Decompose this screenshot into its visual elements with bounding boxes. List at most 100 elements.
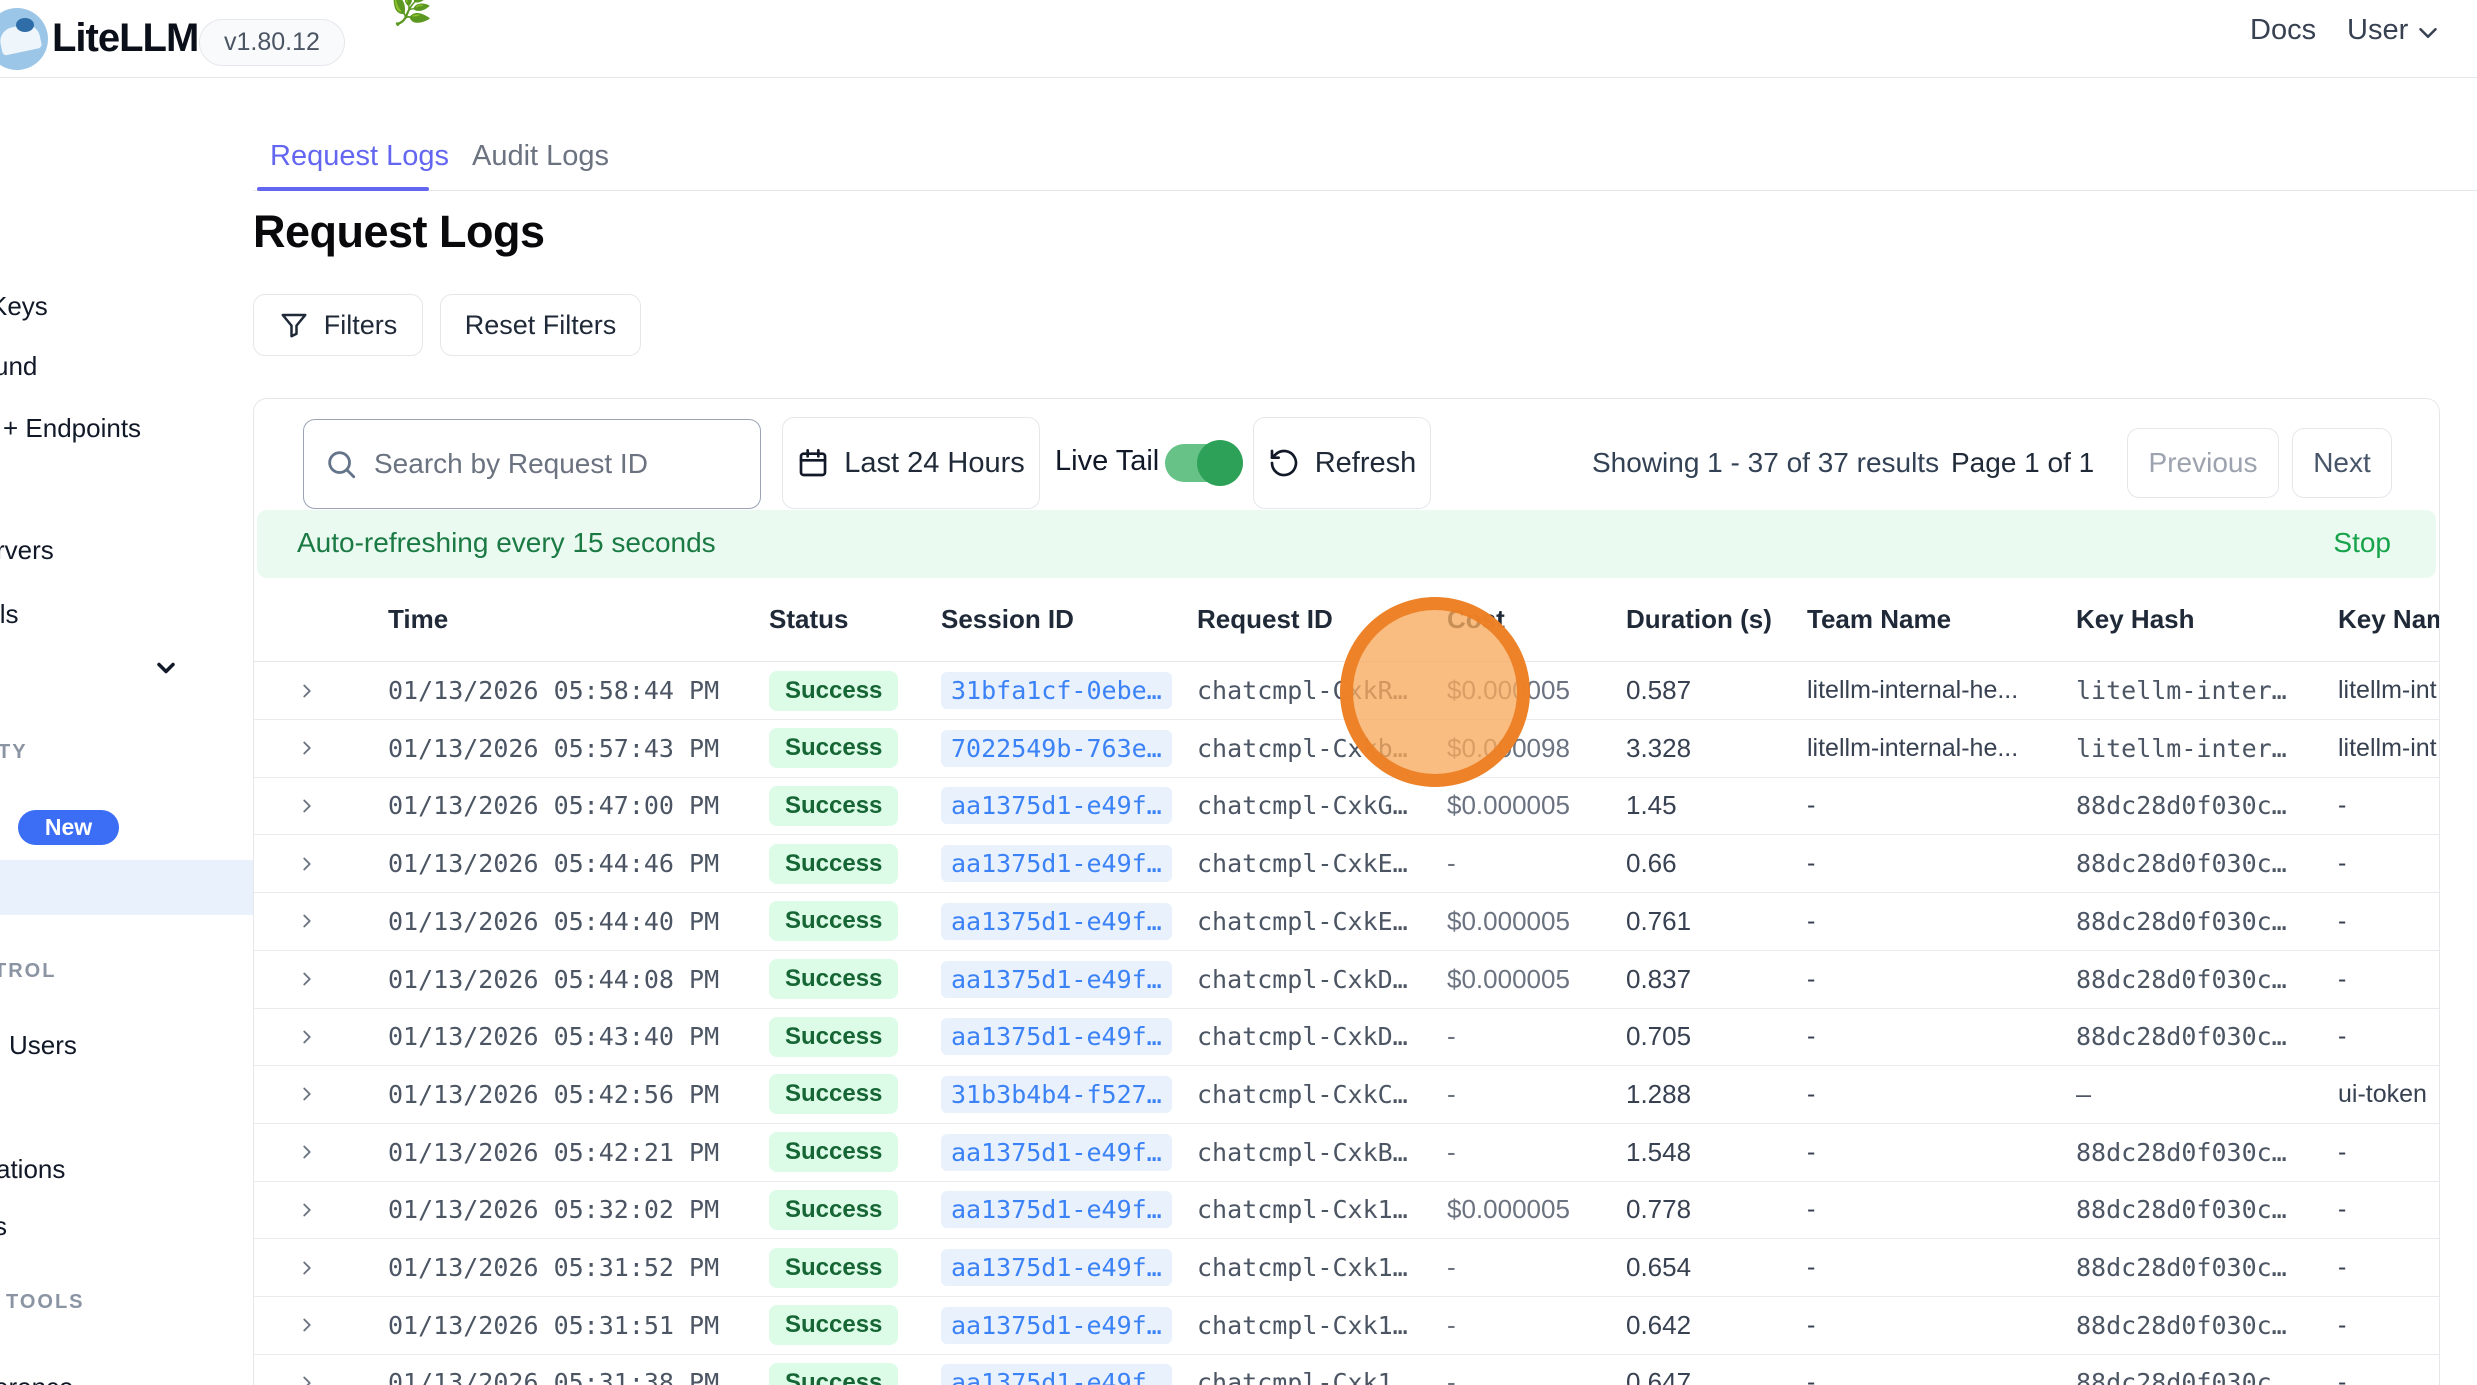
- cell-status: Success: [769, 1181, 898, 1238]
- cell-duration: 1.288: [1626, 1066, 1691, 1123]
- cell-cost: $0.000005: [1447, 777, 1570, 834]
- docs-link[interactable]: Docs: [2250, 14, 2316, 47]
- reset-filters-label: Reset Filters: [465, 310, 617, 341]
- cell-session-id: aa1375d1-e49f…: [941, 1297, 1172, 1354]
- cell-status: Success: [769, 1239, 898, 1296]
- session-id-link[interactable]: aa1375d1-e49f…: [941, 1191, 1172, 1228]
- row-expander[interactable]: [296, 951, 332, 1008]
- cell-team-name: -: [1807, 1239, 1815, 1296]
- cell-team-name: -: [1807, 893, 1815, 950]
- row-expander[interactable]: [296, 1297, 332, 1354]
- sidebar-item-servers[interactable]: rvers: [0, 531, 54, 569]
- session-id-link[interactable]: aa1375d1-e49f…: [941, 1364, 1172, 1385]
- table-row: 01/13/2026 05:44:46 PM Success aa1375d1-…: [254, 835, 2440, 893]
- cell-key-hash: 88dc28d0f030c…: [2076, 1124, 2287, 1181]
- cell-duration: 0.647: [1626, 1354, 1691, 1385]
- session-id-link[interactable]: aa1375d1-e49f…: [941, 787, 1172, 824]
- session-id-link[interactable]: 31bfa1cf-0ebe…: [941, 672, 1172, 709]
- row-expander[interactable]: [296, 1066, 332, 1123]
- row-expander[interactable]: [296, 777, 332, 834]
- row-expander[interactable]: [296, 1239, 332, 1296]
- reset-filters-button[interactable]: Reset Filters: [440, 294, 641, 356]
- sidebar-item-logs-selected[interactable]: [0, 860, 283, 915]
- litellm-logo-icon: [0, 8, 48, 70]
- cell-cost: -: [1447, 1239, 1456, 1296]
- tab-request-logs[interactable]: Request Logs: [270, 140, 449, 173]
- cell-team-name: -: [1807, 777, 1815, 834]
- cell-key-hash: 88dc28d0f030c…: [2076, 1354, 2287, 1385]
- cell-request-id: chatcmpl-CxkC…: [1197, 1066, 1408, 1123]
- row-expander[interactable]: [296, 662, 332, 719]
- cell-key-hash: –: [2076, 1066, 2091, 1123]
- tab-audit-logs[interactable]: Audit Logs: [472, 140, 609, 173]
- cell-cost: $0.000005: [1447, 893, 1570, 950]
- sidebar-section-tools: TOOLS: [6, 1289, 85, 1315]
- cell-time: 01/13/2026 05:47:00 PM: [388, 777, 719, 834]
- table-row: 01/13/2026 05:44:08 PM Success aa1375d1-…: [254, 951, 2440, 1009]
- cell-time: 01/13/2026 05:31:52 PM: [388, 1239, 719, 1296]
- session-id-link[interactable]: aa1375d1-e49f…: [941, 1018, 1172, 1055]
- cell-time: 01/13/2026 05:42:21 PM: [388, 1124, 719, 1181]
- sidebar-item-teams[interactable]: s: [0, 1207, 7, 1245]
- cell-time: 01/13/2026 05:44:08 PM: [388, 951, 719, 1008]
- session-id-link[interactable]: aa1375d1-e49f…: [941, 903, 1172, 940]
- sidebar-item-api-reference[interactable]: erence: [0, 1368, 74, 1385]
- session-id-link[interactable]: 31b3b4b4-f527…: [941, 1076, 1172, 1113]
- row-expander[interactable]: [296, 1354, 332, 1385]
- cell-duration: 0.66: [1626, 835, 1677, 892]
- user-menu[interactable]: User: [2347, 14, 2408, 47]
- session-id-link[interactable]: aa1375d1-e49f…: [941, 1307, 1172, 1344]
- session-id-link[interactable]: aa1375d1-e49f…: [941, 845, 1172, 882]
- cell-status: Success: [769, 1008, 898, 1065]
- sidebar-item-keys[interactable]: Keys: [0, 287, 48, 325]
- session-id-link[interactable]: aa1375d1-e49f…: [941, 961, 1172, 998]
- sidebar-section-label: TY: [0, 739, 28, 765]
- cell-request-id: chatcmpl-Cxk1…: [1197, 1354, 1408, 1385]
- sidebar-item-users[interactable]: Users: [9, 1026, 77, 1064]
- cell-team-name: -: [1807, 1066, 1815, 1123]
- cell-session-id: aa1375d1-e49f…: [941, 1239, 1172, 1296]
- cell-key-name: -: [2338, 835, 2440, 892]
- sidebar-collapse-chevron-icon[interactable]: [152, 654, 180, 682]
- cell-status: Success: [769, 1354, 898, 1385]
- chevron-down-icon[interactable]: [2413, 18, 2443, 48]
- filters-button[interactable]: Filters: [253, 294, 423, 356]
- cell-request-id: chatcmpl-CxkD…: [1197, 951, 1408, 1008]
- cell-session-id: 7022549b-763e…: [941, 720, 1172, 777]
- session-id-link[interactable]: 7022549b-763e…: [941, 730, 1172, 767]
- sidebar-item-guardrails[interactable]: ils: [0, 595, 19, 633]
- row-expander[interactable]: [296, 893, 332, 950]
- session-id-link[interactable]: aa1375d1-e49f…: [941, 1249, 1172, 1286]
- session-id-link[interactable]: aa1375d1-e49f…: [941, 1134, 1172, 1171]
- cell-duration: 3.328: [1626, 720, 1691, 777]
- cell-request-id: chatcmpl-CxkR…: [1197, 662, 1408, 719]
- sidebar-item-playground[interactable]: und: [0, 347, 37, 385]
- row-expander[interactable]: [296, 1124, 332, 1181]
- cell-cost: $0.000005: [1447, 662, 1570, 719]
- cell-key-hash: 88dc28d0f030c…: [2076, 1297, 2287, 1354]
- table-row: 01/13/2026 05:31:51 PM Success aa1375d1-…: [254, 1297, 2440, 1355]
- row-expander[interactable]: [296, 1181, 332, 1238]
- sidebar-item-endpoints[interactable]: + Endpoints: [3, 409, 141, 447]
- cell-cost: $0.000005: [1447, 951, 1570, 1008]
- cell-session-id: aa1375d1-e49f…: [941, 1354, 1172, 1385]
- cell-key-hash: 88dc28d0f030c…: [2076, 1181, 2287, 1238]
- sidebar-item-organizations[interactable]: ations: [0, 1150, 65, 1188]
- cell-request-id: chatcmpl-CxkE…: [1197, 835, 1408, 892]
- cell-cost: -: [1447, 1008, 1456, 1065]
- table-row: 01/13/2026 05:58:44 PM Success 31bfa1cf-…: [254, 662, 2440, 720]
- cell-team-name: -: [1807, 951, 1815, 1008]
- cell-key-hash: 88dc28d0f030c…: [2076, 777, 2287, 834]
- cell-status: Success: [769, 1297, 898, 1354]
- cell-time: 01/13/2026 05:42:56 PM: [388, 1066, 719, 1123]
- status-badge: Success: [769, 1305, 898, 1345]
- row-expander[interactable]: [296, 1008, 332, 1065]
- row-expander[interactable]: [296, 835, 332, 892]
- table-row: 01/13/2026 05:42:56 PM Success 31b3b4b4-…: [254, 1066, 2440, 1124]
- litellm-dashboard: LiteLLM v1.80.12 🌿 Docs User Keys und + …: [0, 0, 2477, 1385]
- cell-session-id: aa1375d1-e49f…: [941, 951, 1172, 1008]
- status-badge: Success: [769, 1190, 898, 1230]
- row-expander[interactable]: [296, 720, 332, 777]
- cell-cost: -: [1447, 1297, 1456, 1354]
- cell-time: 01/13/2026 05:31:38 PM: [388, 1354, 719, 1385]
